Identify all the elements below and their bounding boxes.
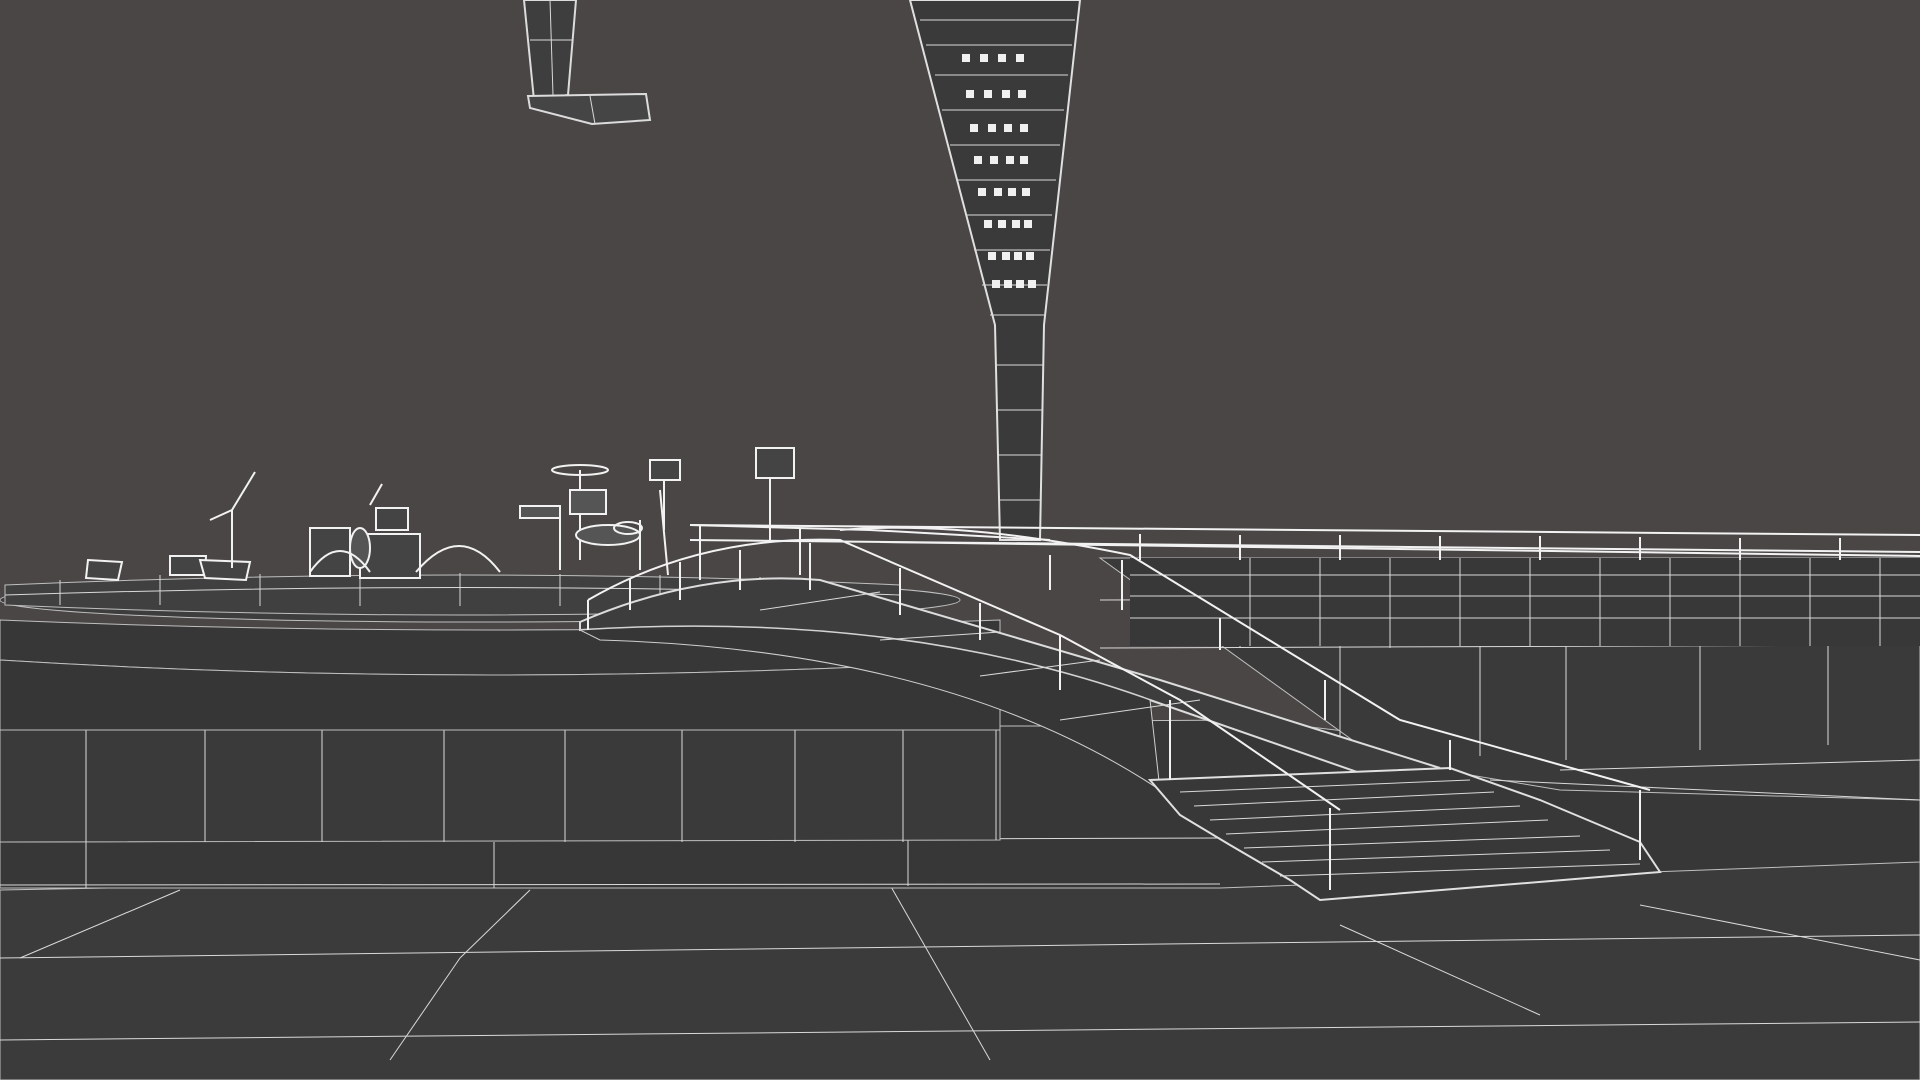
wireframe-stage-render — [0, 0, 1920, 1080]
